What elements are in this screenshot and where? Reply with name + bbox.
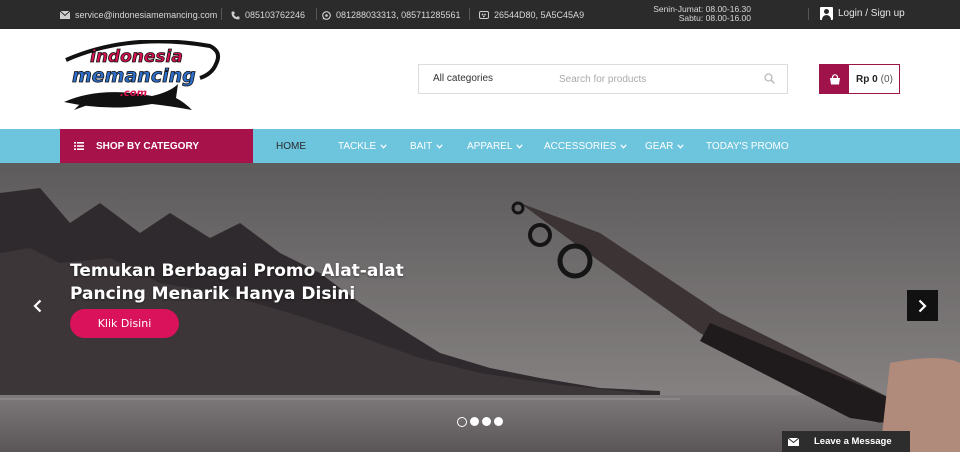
hero-slider — [0, 163, 960, 452]
shopping-bag-icon — [820, 65, 849, 93]
hero-background-image — [0, 163, 960, 452]
phone-contact[interactable]: 085103762246 — [231, 10, 305, 20]
nav-apparel[interactable]: APPAREL — [467, 141, 524, 152]
nav-tackle[interactable]: TACKLE — [338, 141, 387, 152]
site-logo[interactable]: indonesia memancing .com — [60, 40, 222, 116]
menu-list-icon — [74, 142, 84, 150]
email-contact[interactable]: service@indonesiamemancing.com — [60, 10, 217, 20]
shop-by-category-button[interactable]: SHOP BY CATEGORY — [60, 129, 253, 163]
divider — [808, 8, 809, 20]
chevron-down-icon — [516, 144, 524, 149]
logo-text-com: .com — [120, 88, 147, 99]
slider-pagination — [457, 417, 503, 427]
bbm-text: 26544D80, 5A5C45A9 — [494, 10, 585, 20]
top-bar: service@indonesiamemancing.com 085103762… — [0, 0, 960, 29]
hero-cta-button[interactable]: Klik Disini — [70, 309, 179, 338]
cart-count: (0) — [880, 73, 893, 85]
nav-gear[interactable]: GEAR — [645, 141, 684, 152]
envelope-icon — [60, 11, 70, 19]
divider — [469, 8, 470, 20]
chevron-down-icon — [436, 144, 443, 149]
search-icon[interactable] — [764, 73, 775, 84]
nav-home[interactable]: HOME — [276, 141, 306, 152]
search-input[interactable] — [559, 71, 749, 88]
bbm-icon — [479, 10, 489, 19]
shop-by-category-label: SHOP BY CATEGORY — [96, 140, 199, 152]
login-link[interactable]: Login / Sign up — [820, 7, 905, 20]
cart-button[interactable]: Rp 0 (0) — [819, 64, 900, 94]
slider-dot-1[interactable] — [457, 417, 467, 427]
slider-dot-2[interactable] — [470, 417, 479, 426]
leave-message-label: Leave a Message — [814, 436, 892, 447]
phone-icon — [231, 11, 240, 19]
divider — [316, 8, 317, 20]
slider-dot-3[interactable] — [482, 417, 491, 426]
divider — [221, 8, 222, 20]
phone-text: 085103762246 — [245, 10, 306, 20]
hours-saturday: Sabtu: 08.00-16.00 — [678, 13, 751, 23]
leave-message-button[interactable]: Leave a Message — [782, 431, 910, 452]
whatsapp-icon — [322, 10, 331, 20]
chevron-down-icon — [620, 144, 627, 149]
slider-dot-4[interactable] — [494, 417, 503, 426]
bbm-contact[interactable]: 26544D80, 5A5C45A9 — [479, 10, 584, 20]
nav-accessories[interactable]: ACCESSORIES — [544, 141, 627, 152]
logo-text-memancing: memancing — [72, 65, 196, 87]
whatsapp-text: 081288033313, 085711285561 — [336, 10, 461, 20]
chevron-left-icon — [33, 299, 42, 312]
chevron-right-icon — [918, 299, 927, 312]
chevron-down-icon — [677, 144, 684, 149]
email-text: service@indonesiamemancing.com — [75, 10, 218, 20]
login-label: Login / Sign up — [838, 8, 905, 19]
cart-total: Rp 0 — [856, 73, 878, 85]
nav-bait[interactable]: BAIT — [410, 141, 443, 152]
envelope-icon — [782, 431, 804, 452]
logo-text-indonesia: indonesia — [90, 47, 183, 67]
user-icon — [820, 7, 833, 20]
slider-next-button[interactable] — [907, 290, 938, 321]
whatsapp-contact[interactable]: 081288033313, 085711285561 — [322, 10, 460, 20]
hero-headline: Temukan Berbagai Promo Alat-alat Pancing… — [70, 261, 404, 304]
chevron-down-icon — [380, 144, 387, 149]
slider-prev-button[interactable] — [22, 290, 53, 321]
search-bar: All categories — [418, 64, 788, 94]
nav-todays-promo[interactable]: TODAY'S PROMO — [706, 141, 789, 152]
opening-hours: Senin-Jumat: 08.00-16.30 Sabtu: 08.00-16… — [648, 5, 751, 23]
search-category-select[interactable]: All categories — [433, 73, 493, 84]
